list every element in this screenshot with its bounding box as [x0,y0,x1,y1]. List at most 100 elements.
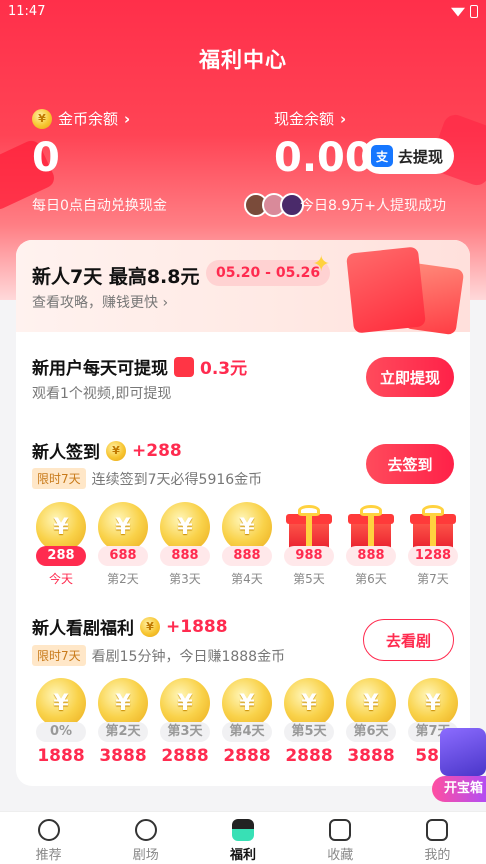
nav-item-mine[interactable]: 我的 [389,812,486,864]
new-user-title: 新用户每天可提现 0.3元 [32,354,247,379]
drama-amount: 2888 [285,746,333,766]
coin-icon: ¥ [408,678,458,728]
cash-balance-label: 现金余额 [274,110,335,128]
day-label: 第6天 [355,572,387,586]
day-label: 第5天 [293,572,325,586]
coin-balance-label: 金币余额 [58,110,119,128]
checkin-day[interactable]: 988 第5天 [278,502,340,587]
nav-item-favorites[interactable]: 收藏 [292,812,389,864]
coin-icon: ¥ [222,502,272,552]
gift-box-icon [347,504,395,552]
drama-amount: 1888 [37,746,85,766]
checkin-day[interactable]: ¥ 888 第3天 [154,502,216,587]
status-bar: 11:47 [0,0,486,22]
checkin-day[interactable]: ¥ 888 第4天 [216,502,278,587]
banner-subtitle[interactable]: 查看攻略，赚钱更快 › [32,292,168,312]
checkin-day[interactable]: ¥ 288 今天 [30,502,92,587]
rewards-card: 新人7天 最高8.8元 05.20 - 05.26 ✦ 查看攻略，赚钱更快 › … [16,240,470,786]
drama-amount: 2888 [161,746,209,766]
nav-item-welfare[interactable]: 福利 [194,812,291,864]
reward-pill: 888 [346,546,396,566]
coin-icon: ¥ [98,678,148,728]
checkin-day[interactable]: 888 第6天 [340,502,402,587]
gift-icon [232,819,254,841]
sparkle-icon: ✦ [312,252,331,277]
progress-pill: 第6天 [346,722,396,742]
drama-day[interactable]: ¥ 第2天 3888 [92,678,154,766]
drama-day[interactable]: ¥ 0% 1888 [30,678,92,766]
checkin-days: ¥ 288 今天 ¥ 688 第2天 ¥ 888 第3天 ¥ 888 第4天 9… [30,502,470,587]
drama-day[interactable]: ¥ 第4天 2888 [216,678,278,766]
nav-item-recommend[interactable]: 推荐 [0,812,97,864]
gift-box-icon [285,504,333,552]
drama-day[interactable]: ¥ 第3天 2888 [154,678,216,766]
new-user-amount: 0.3元 [200,359,248,379]
banner-title: 新人7天 最高8.8元 [32,266,200,288]
planet-icon [37,819,60,841]
coin-icon: ¥ [284,678,334,728]
coin-icon: ¥ [36,502,86,552]
coin-balance-link[interactable]: ¥ 金币余额 › [32,108,130,129]
drama-bonus: +1888 [166,616,228,637]
treasure-chest-icon [440,728,486,776]
checkin-bonus: +288 [132,440,182,461]
drama-day[interactable]: ¥ 第5天 2888 [278,678,340,766]
red-packet-icon [174,356,194,377]
withdraw-now-button[interactable]: 立即提现 [366,357,454,397]
nav-item-theater[interactable]: 剧场 [97,812,194,864]
chevron-right-icon: › [162,295,169,311]
day-label: 第7天 [417,572,449,586]
checkin-button[interactable]: 去签到 [366,444,454,484]
checkin-day[interactable]: ¥ 688 第2天 [92,502,154,587]
reward-pill: 888 [160,546,210,566]
coin-icon: ¥ [32,108,52,129]
cash-balance-value: 0.00 [274,135,373,181]
watch-drama-button[interactable]: 去看剧 [363,619,454,661]
checkin-subtitle: 限时7天 连续签到7天必得5916金币 [32,468,262,489]
progress-pill: 第3天 [160,722,210,742]
drama-subtitle: 限时7天 看剧15分钟，今日赚1888金币 [32,645,285,666]
coin-icon: ¥ [98,502,148,552]
drama-amount: 2888 [223,746,271,766]
cash-balance-link[interactable]: 现金余额 › [274,108,346,129]
progress-pill: 第4天 [222,722,272,742]
coin-icon: ¥ [106,440,126,461]
page-title: 福利中心 [199,48,287,72]
limited-tag: 限时7天 [32,645,86,666]
treasure-chest-button[interactable]: 开宝箱 [432,728,486,802]
bottom-nav: 推荐 剧场 福利 收藏 我的 [0,811,486,864]
checkin-title: 新人签到 ¥ +288 [32,440,182,463]
reward-pill: 988 [284,546,334,566]
reward-pill: 1288 [408,546,458,566]
progress-pill: 0% [36,722,86,742]
limited-tag: 限时7天 [32,468,86,489]
coin-icon: ¥ [36,678,86,728]
drama-day[interactable]: ¥ 第6天 3888 [340,678,402,766]
withdraw-button-label: 去提现 [398,147,444,166]
alipay-icon: 支 [371,145,393,167]
avatar-group [244,193,304,217]
newbie-banner[interactable]: 新人7天 最高8.8元 05.20 - 05.26 ✦ 查看攻略，赚钱更快 › [16,240,470,336]
withdraw-button[interactable]: 支 去提现 [362,138,454,174]
treasure-label: 开宝箱 [432,776,486,802]
drama-amount: 3888 [347,746,395,766]
red-packet-image [346,246,426,334]
checkin-day[interactable]: 1288 第7天 [402,502,464,587]
coin-icon: ¥ [160,502,210,552]
reward-pill: 688 [98,546,148,566]
new-user-subtitle: 观看1个视频,即可提现 [32,386,172,402]
progress-pill: 第5天 [284,722,334,742]
status-time: 11:47 [8,4,46,19]
bookmark-icon [329,819,352,841]
gift-box-icon [409,504,457,552]
profile-icon [426,819,449,841]
coin-balance-value: 0 [32,135,60,181]
day-label: 第2天 [107,572,139,586]
day-label: 第3天 [169,572,201,586]
coin-exchange-note: 每日0点自动兑换现金 [32,198,167,214]
chevron-right-icon: › [340,109,347,128]
day-label: 第4天 [231,572,263,586]
coin-icon: ¥ [160,678,210,728]
drama-days: ¥ 0% 1888 ¥ 第2天 3888 ¥ 第3天 2888 ¥ 第4天 28… [30,678,470,766]
coin-icon: ¥ [346,678,396,728]
